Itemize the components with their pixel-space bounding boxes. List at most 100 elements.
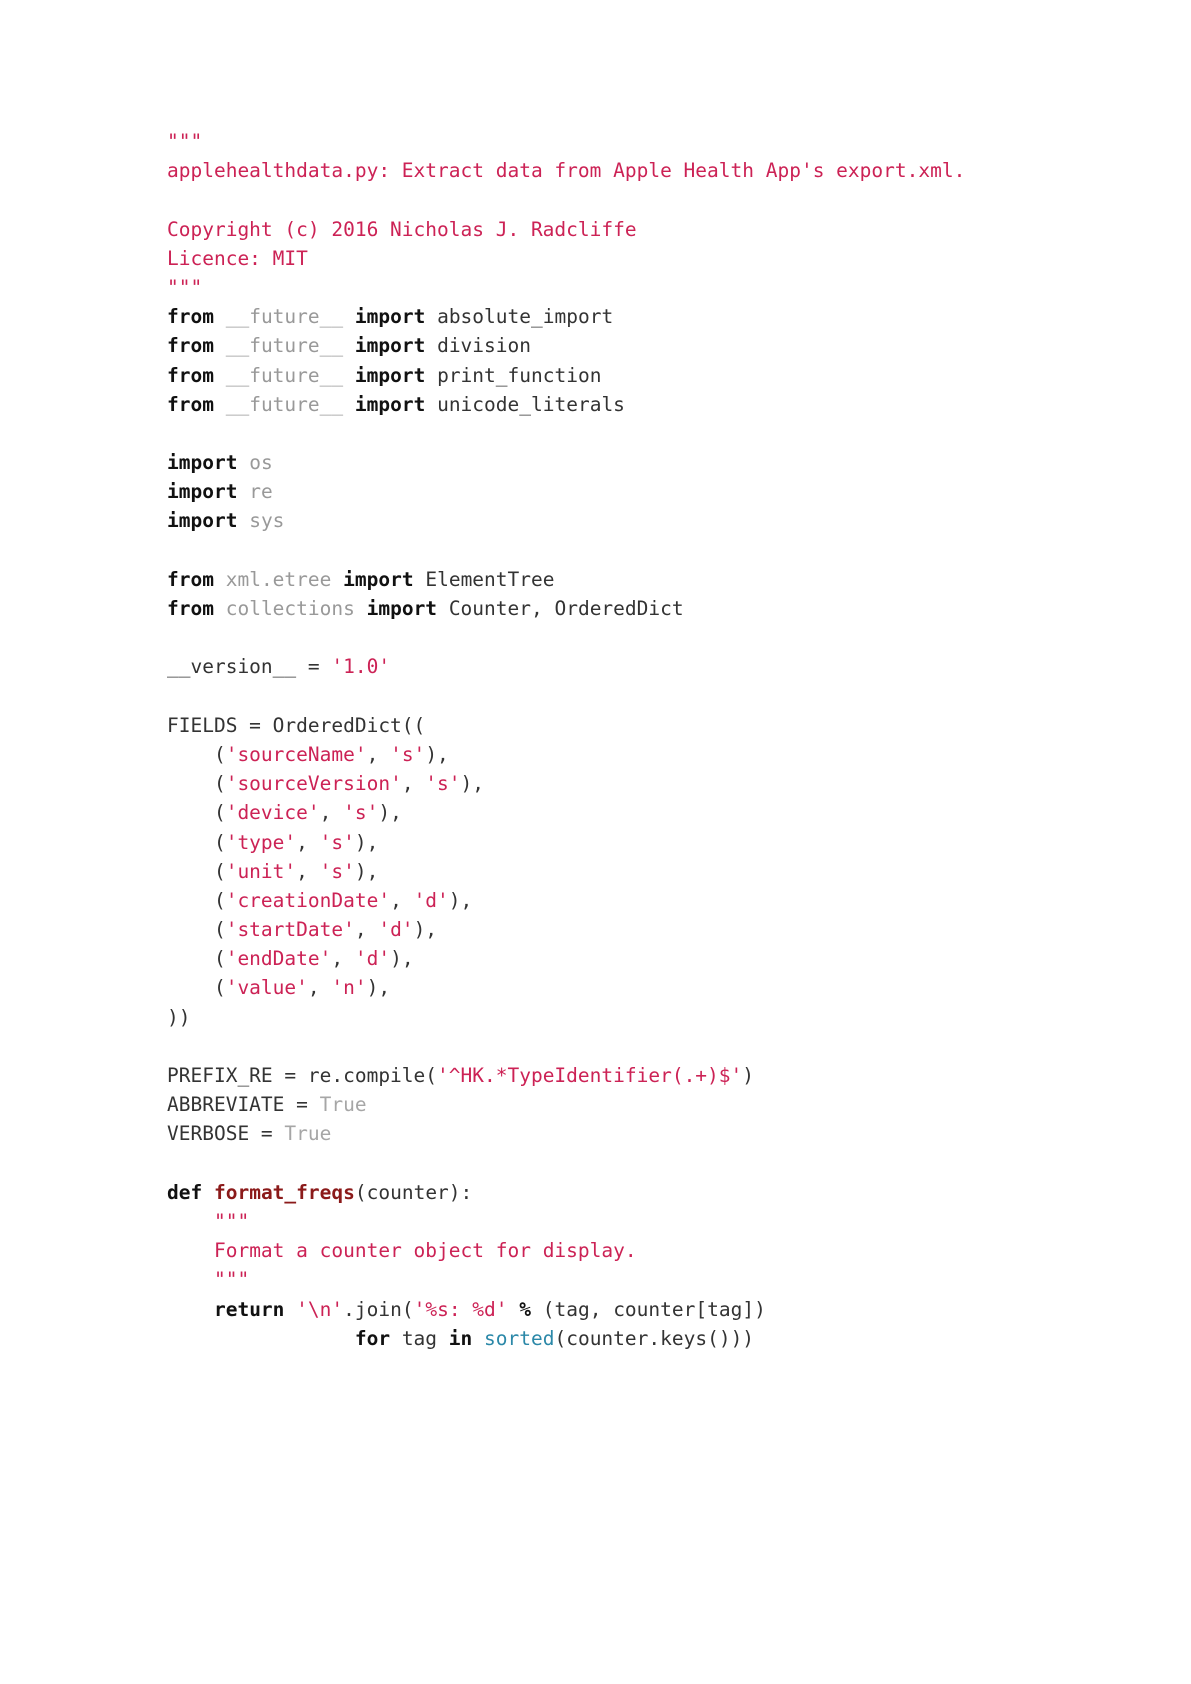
code-token: ( bbox=[167, 947, 226, 971]
code-token: ( bbox=[167, 976, 226, 1000]
code-line: Copyright (c) 2016 Nicholas J. Radcliffe bbox=[167, 215, 1127, 244]
code-line: PREFIX_RE = re.compile('^HK.*TypeIdentif… bbox=[167, 1061, 1127, 1090]
code-token: import bbox=[354, 392, 426, 416]
code-token: '^HK.*TypeIdentifier(.+)$' bbox=[437, 1064, 743, 1087]
code-token: 'creationDate' bbox=[225, 888, 391, 912]
code-token: __version__ = bbox=[167, 655, 332, 679]
code-token: 'endDate' bbox=[225, 947, 332, 971]
code-token: VERBOSE = bbox=[167, 1122, 285, 1146]
code-token: .join( bbox=[343, 1297, 414, 1321]
code-line: import sys bbox=[167, 506, 1127, 535]
code-token: 's' bbox=[319, 859, 355, 883]
code-token: ( bbox=[167, 859, 226, 883]
code-token: from bbox=[167, 363, 214, 387]
code-token: , bbox=[319, 801, 344, 825]
code-token: """ bbox=[213, 1209, 250, 1233]
code-line: ('value', 'n'), bbox=[167, 973, 1127, 1002]
code-token: import bbox=[167, 509, 238, 533]
code-token: , bbox=[296, 859, 320, 883]
code-token: from bbox=[167, 597, 214, 620]
code-token: print_function bbox=[437, 363, 602, 387]
code-token: ( bbox=[167, 801, 226, 825]
code-token: sys bbox=[249, 509, 285, 533]
code-token: from bbox=[167, 334, 214, 358]
code-line: ('type', 's'), bbox=[167, 828, 1127, 857]
code-line: __version__ = '1.0' bbox=[167, 652, 1127, 681]
code-line: return '\n'.join('%s: %d' % (tag, counte… bbox=[167, 1295, 1127, 1324]
code-token: 's' bbox=[343, 801, 379, 825]
code-line: ('sourceName', 's'), bbox=[167, 740, 1127, 769]
code-line: from __future__ import absolute_import bbox=[167, 302, 1127, 331]
code-token: ) bbox=[742, 1064, 755, 1087]
code-line: ('startDate', 'd'), bbox=[167, 915, 1127, 944]
code-token: 'startDate' bbox=[225, 918, 355, 942]
code-token: sorted bbox=[484, 1326, 555, 1350]
code-token: 'n' bbox=[331, 976, 367, 1000]
code-token: collections bbox=[225, 597, 355, 620]
code-token: Format a counter object for display. bbox=[213, 1239, 637, 1263]
code-token: division bbox=[437, 334, 531, 358]
code-token: '%s: %d' bbox=[413, 1297, 508, 1321]
code-token: ( bbox=[167, 918, 226, 942]
code-line: def format_freqs(counter): bbox=[167, 1178, 1127, 1207]
code-token: % bbox=[519, 1297, 532, 1321]
code-token: import bbox=[354, 363, 426, 387]
code-token: ), bbox=[390, 947, 414, 971]
code-line: """ bbox=[167, 1207, 1127, 1236]
code-token: FIELDS = OrderedDict(( bbox=[167, 713, 426, 737]
code-token: )) bbox=[167, 1005, 191, 1029]
code-token: '\n' bbox=[296, 1297, 344, 1321]
code-token: ), bbox=[448, 888, 473, 912]
code-token: return bbox=[213, 1297, 285, 1321]
code-token: unicode_literals bbox=[437, 392, 625, 416]
code-token: Copyright (c) 2016 Nicholas J. Radcliffe bbox=[167, 217, 637, 241]
code-line: ('sourceVersion', 's'), bbox=[167, 769, 1127, 798]
code-token: absolute_import bbox=[437, 305, 614, 329]
code-token: format_freqs bbox=[213, 1180, 355, 1204]
code-token: tag bbox=[390, 1326, 449, 1350]
code-token: (counter): bbox=[354, 1180, 473, 1204]
code-line: Licence: MIT bbox=[167, 244, 1127, 273]
code-line: ('unit', 's'), bbox=[167, 857, 1127, 886]
code-token: import bbox=[354, 334, 426, 358]
code-token: Counter, OrderedDict bbox=[448, 597, 684, 620]
code-token: """ bbox=[167, 130, 203, 153]
code-token: __future__ bbox=[225, 305, 344, 329]
code-token: ( bbox=[167, 742, 226, 766]
code-token: 'd' bbox=[413, 888, 449, 912]
code-line: applehealthdata.py: Extract data from Ap… bbox=[167, 156, 1127, 185]
code-token: , bbox=[296, 830, 320, 854]
code-line: from xml.etree import ElementTree bbox=[167, 565, 1127, 594]
code-token: __future__ bbox=[225, 334, 344, 358]
code-line: """ bbox=[167, 1265, 1127, 1294]
code-line: from __future__ import division bbox=[167, 331, 1127, 360]
code-line: import os bbox=[167, 448, 1127, 477]
code-token: os bbox=[249, 451, 273, 475]
code-token: ( bbox=[167, 830, 226, 854]
code-token: ), bbox=[413, 918, 438, 942]
code-token: import bbox=[167, 451, 238, 475]
code-line: from __future__ import print_function bbox=[167, 361, 1127, 390]
